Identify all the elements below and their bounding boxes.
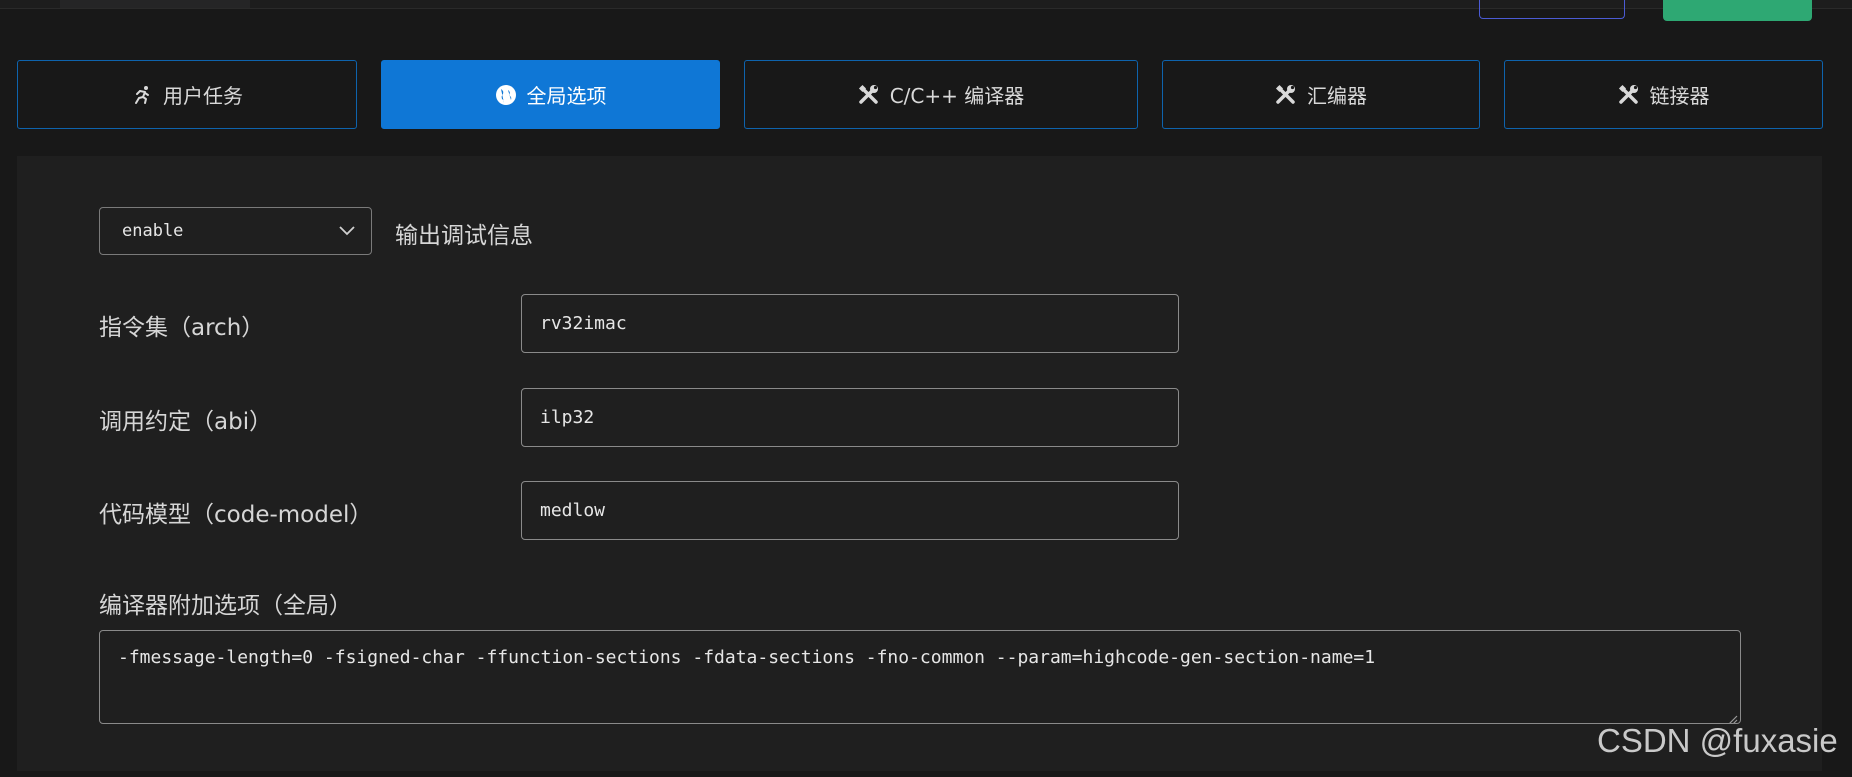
chevron-down-icon (339, 221, 355, 241)
arch-label: 指令集（arch） (99, 315, 265, 341)
code-model-input[interactable]: medlow (521, 481, 1179, 540)
tab-label: C/C++ 编译器 (889, 84, 1025, 108)
top-tab[interactable] (60, 0, 250, 8)
globe-icon (495, 84, 517, 106)
extra-options-textarea[interactable]: -fmessage-length=0 -fsigned-char -ffunct… (99, 630, 1741, 724)
tab-global-options[interactable]: 全局选项 (381, 60, 720, 129)
code-model-label: 代码模型（code-model） (99, 502, 373, 528)
debug-label: 输出调试信息 (395, 223, 533, 249)
tab-label: 全局选项 (526, 84, 607, 108)
debug-select[interactable]: enable (99, 207, 372, 255)
resize-handle-icon[interactable] (1726, 709, 1738, 723)
tab-label: 用户任务 (163, 84, 243, 108)
abi-input-value: ilp32 (540, 407, 595, 428)
tab-label: 汇编器 (1307, 84, 1367, 108)
arch-input-value: rv32imac (540, 313, 627, 334)
tools-icon (858, 84, 880, 106)
top-outline-button[interactable] (1479, 0, 1625, 19)
tab-user-tasks[interactable]: 用户任务 (17, 60, 357, 129)
top-primary-button[interactable] (1663, 0, 1812, 21)
tab-label: 链接器 (1649, 84, 1710, 108)
watermark: CSDN @fuxasie (1597, 722, 1838, 759)
abi-label: 调用约定（abi） (99, 409, 273, 435)
tab-cpp-compiler[interactable]: C/C++ 编译器 (744, 60, 1138, 129)
run-icon (131, 84, 153, 106)
debug-select-value: enable (122, 221, 184, 241)
code-model-input-value: medlow (540, 500, 606, 521)
arch-input[interactable]: rv32imac (521, 294, 1179, 353)
tools-icon (1275, 84, 1297, 106)
extra-options-label: 编译器附加选项（全局） (99, 593, 352, 619)
tools-icon (1618, 84, 1640, 106)
tab-assembler[interactable]: 汇编器 (1162, 60, 1480, 129)
abi-input[interactable]: ilp32 (521, 388, 1179, 447)
extra-options-value: -fmessage-length=0 -fsigned-char -ffunct… (118, 647, 1376, 668)
tab-linker[interactable]: 链接器 (1504, 60, 1823, 129)
